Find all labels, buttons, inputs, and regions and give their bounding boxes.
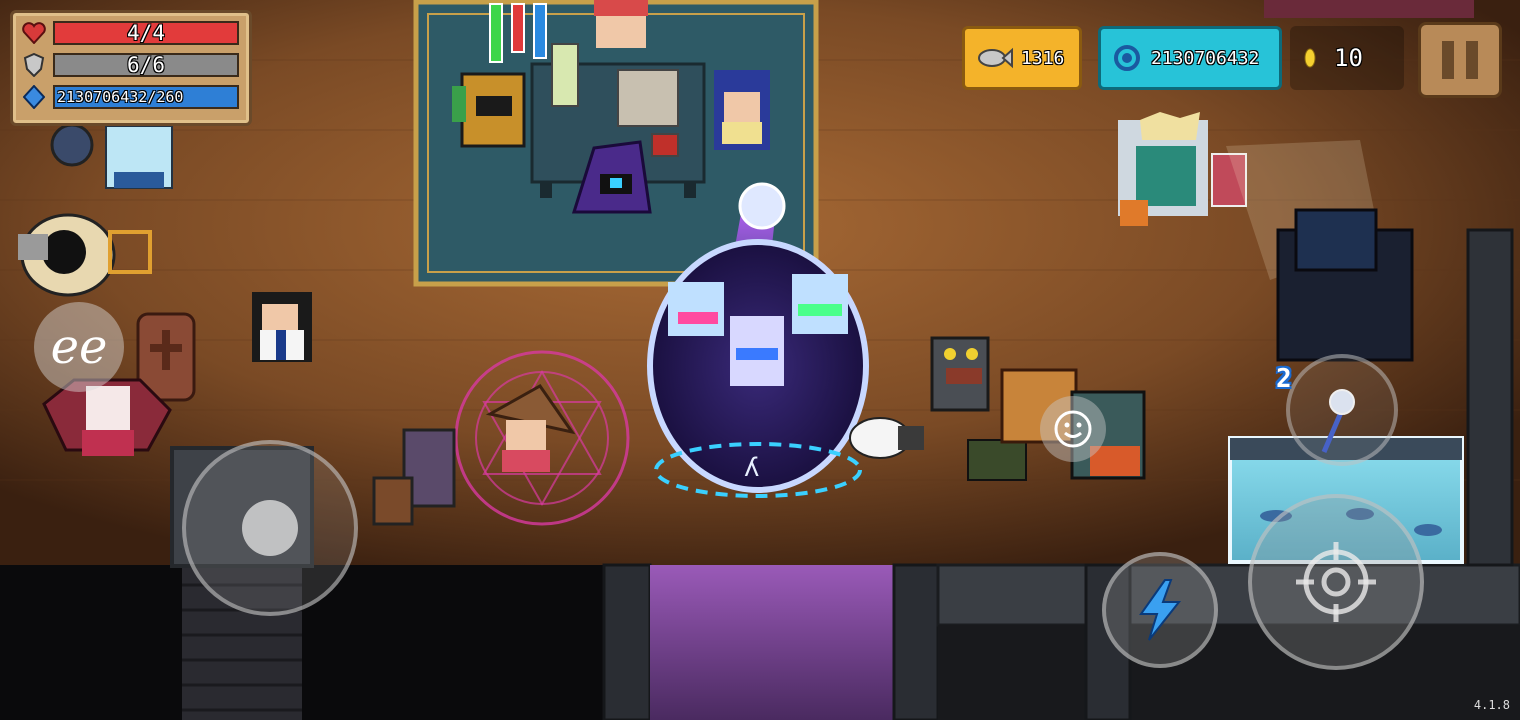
npc-priest xyxy=(252,292,312,362)
hp-text: 4/4 xyxy=(127,21,165,45)
test-tube-red xyxy=(511,3,525,53)
coin-count: 10 xyxy=(1334,44,1363,72)
npc-armored-knight xyxy=(452,72,526,148)
shelf-top-right xyxy=(1264,0,1474,18)
smiley-icon xyxy=(1053,409,1093,449)
npc-red-hair xyxy=(594,0,648,48)
hero-right xyxy=(792,274,848,334)
lightning-icon xyxy=(1135,578,1185,642)
hp-bar: 4/4 xyxy=(53,21,239,45)
hero-left xyxy=(668,282,724,336)
gem-counter: 2130706432 xyxy=(1098,26,1282,90)
corridor-wall-right xyxy=(892,563,940,720)
status-panel: 4/4 6/6 2130706432/260 xyxy=(10,10,252,126)
fish-counter: 1316 xyxy=(962,26,1082,90)
weapon-count: 2 xyxy=(1276,364,1292,394)
npc-gray-robot xyxy=(930,336,990,412)
version-label: 4.1.8 xyxy=(1473,698,1510,712)
shield-icon xyxy=(21,53,47,77)
coin-icon xyxy=(1304,48,1316,68)
armor-text: 6/6 xyxy=(127,53,165,77)
npc-vampire xyxy=(42,378,172,456)
gem-icon xyxy=(1113,44,1141,72)
book-red xyxy=(651,133,679,157)
right-pillar xyxy=(1466,228,1514,567)
energy-diamond-icon xyxy=(21,85,47,109)
coin-counter: 10 xyxy=(1290,26,1404,90)
flask xyxy=(551,43,579,107)
right-wall xyxy=(936,563,1520,627)
weapon-swap-button[interactable] xyxy=(1286,354,1398,466)
crosshair-icon xyxy=(1288,534,1384,630)
hero-center xyxy=(730,316,784,386)
energy-row: 2130706432/260 xyxy=(21,85,239,109)
game-screen: ʎ 4/4 6/6 2130706432/260 1316 2130706432… xyxy=(0,0,1520,720)
energy-bar: 2130706432/260 xyxy=(53,85,239,109)
device xyxy=(617,69,679,127)
portal-glyph: ʎ xyxy=(744,453,759,483)
test-tube-green xyxy=(489,3,503,63)
fish-count: 1316 xyxy=(1021,47,1065,69)
attack-button[interactable] xyxy=(1248,494,1424,670)
corridor-wall-left xyxy=(602,563,652,720)
energy-text: 2130706432/260 xyxy=(57,88,184,106)
heart-icon xyxy=(21,21,47,45)
interact-button[interactable] xyxy=(1040,396,1106,462)
npc-blue-hair-princess xyxy=(714,70,770,150)
right-room-floor xyxy=(938,625,1520,720)
test-tube-blue xyxy=(533,3,547,59)
npc-white-tiger xyxy=(105,125,173,189)
hp-row: 4/4 xyxy=(21,21,239,45)
gem-count: 2130706432 xyxy=(1151,47,1260,69)
frog xyxy=(967,439,1027,481)
crystal-orb xyxy=(738,182,786,230)
fish-icon xyxy=(977,47,1013,69)
lantern xyxy=(1120,200,1148,226)
projector xyxy=(1276,208,1414,362)
armor-bar: 6/6 xyxy=(53,53,239,77)
armor-row: 6/6 xyxy=(21,53,239,77)
pot xyxy=(50,123,94,167)
pause-button[interactable] xyxy=(1418,22,1502,98)
pause-icon xyxy=(1442,41,1478,79)
joystick-knob[interactable] xyxy=(242,500,298,556)
emote-button[interactable]: ee xyxy=(34,302,124,392)
corridor xyxy=(650,565,894,720)
skill-button[interactable] xyxy=(1102,552,1218,668)
